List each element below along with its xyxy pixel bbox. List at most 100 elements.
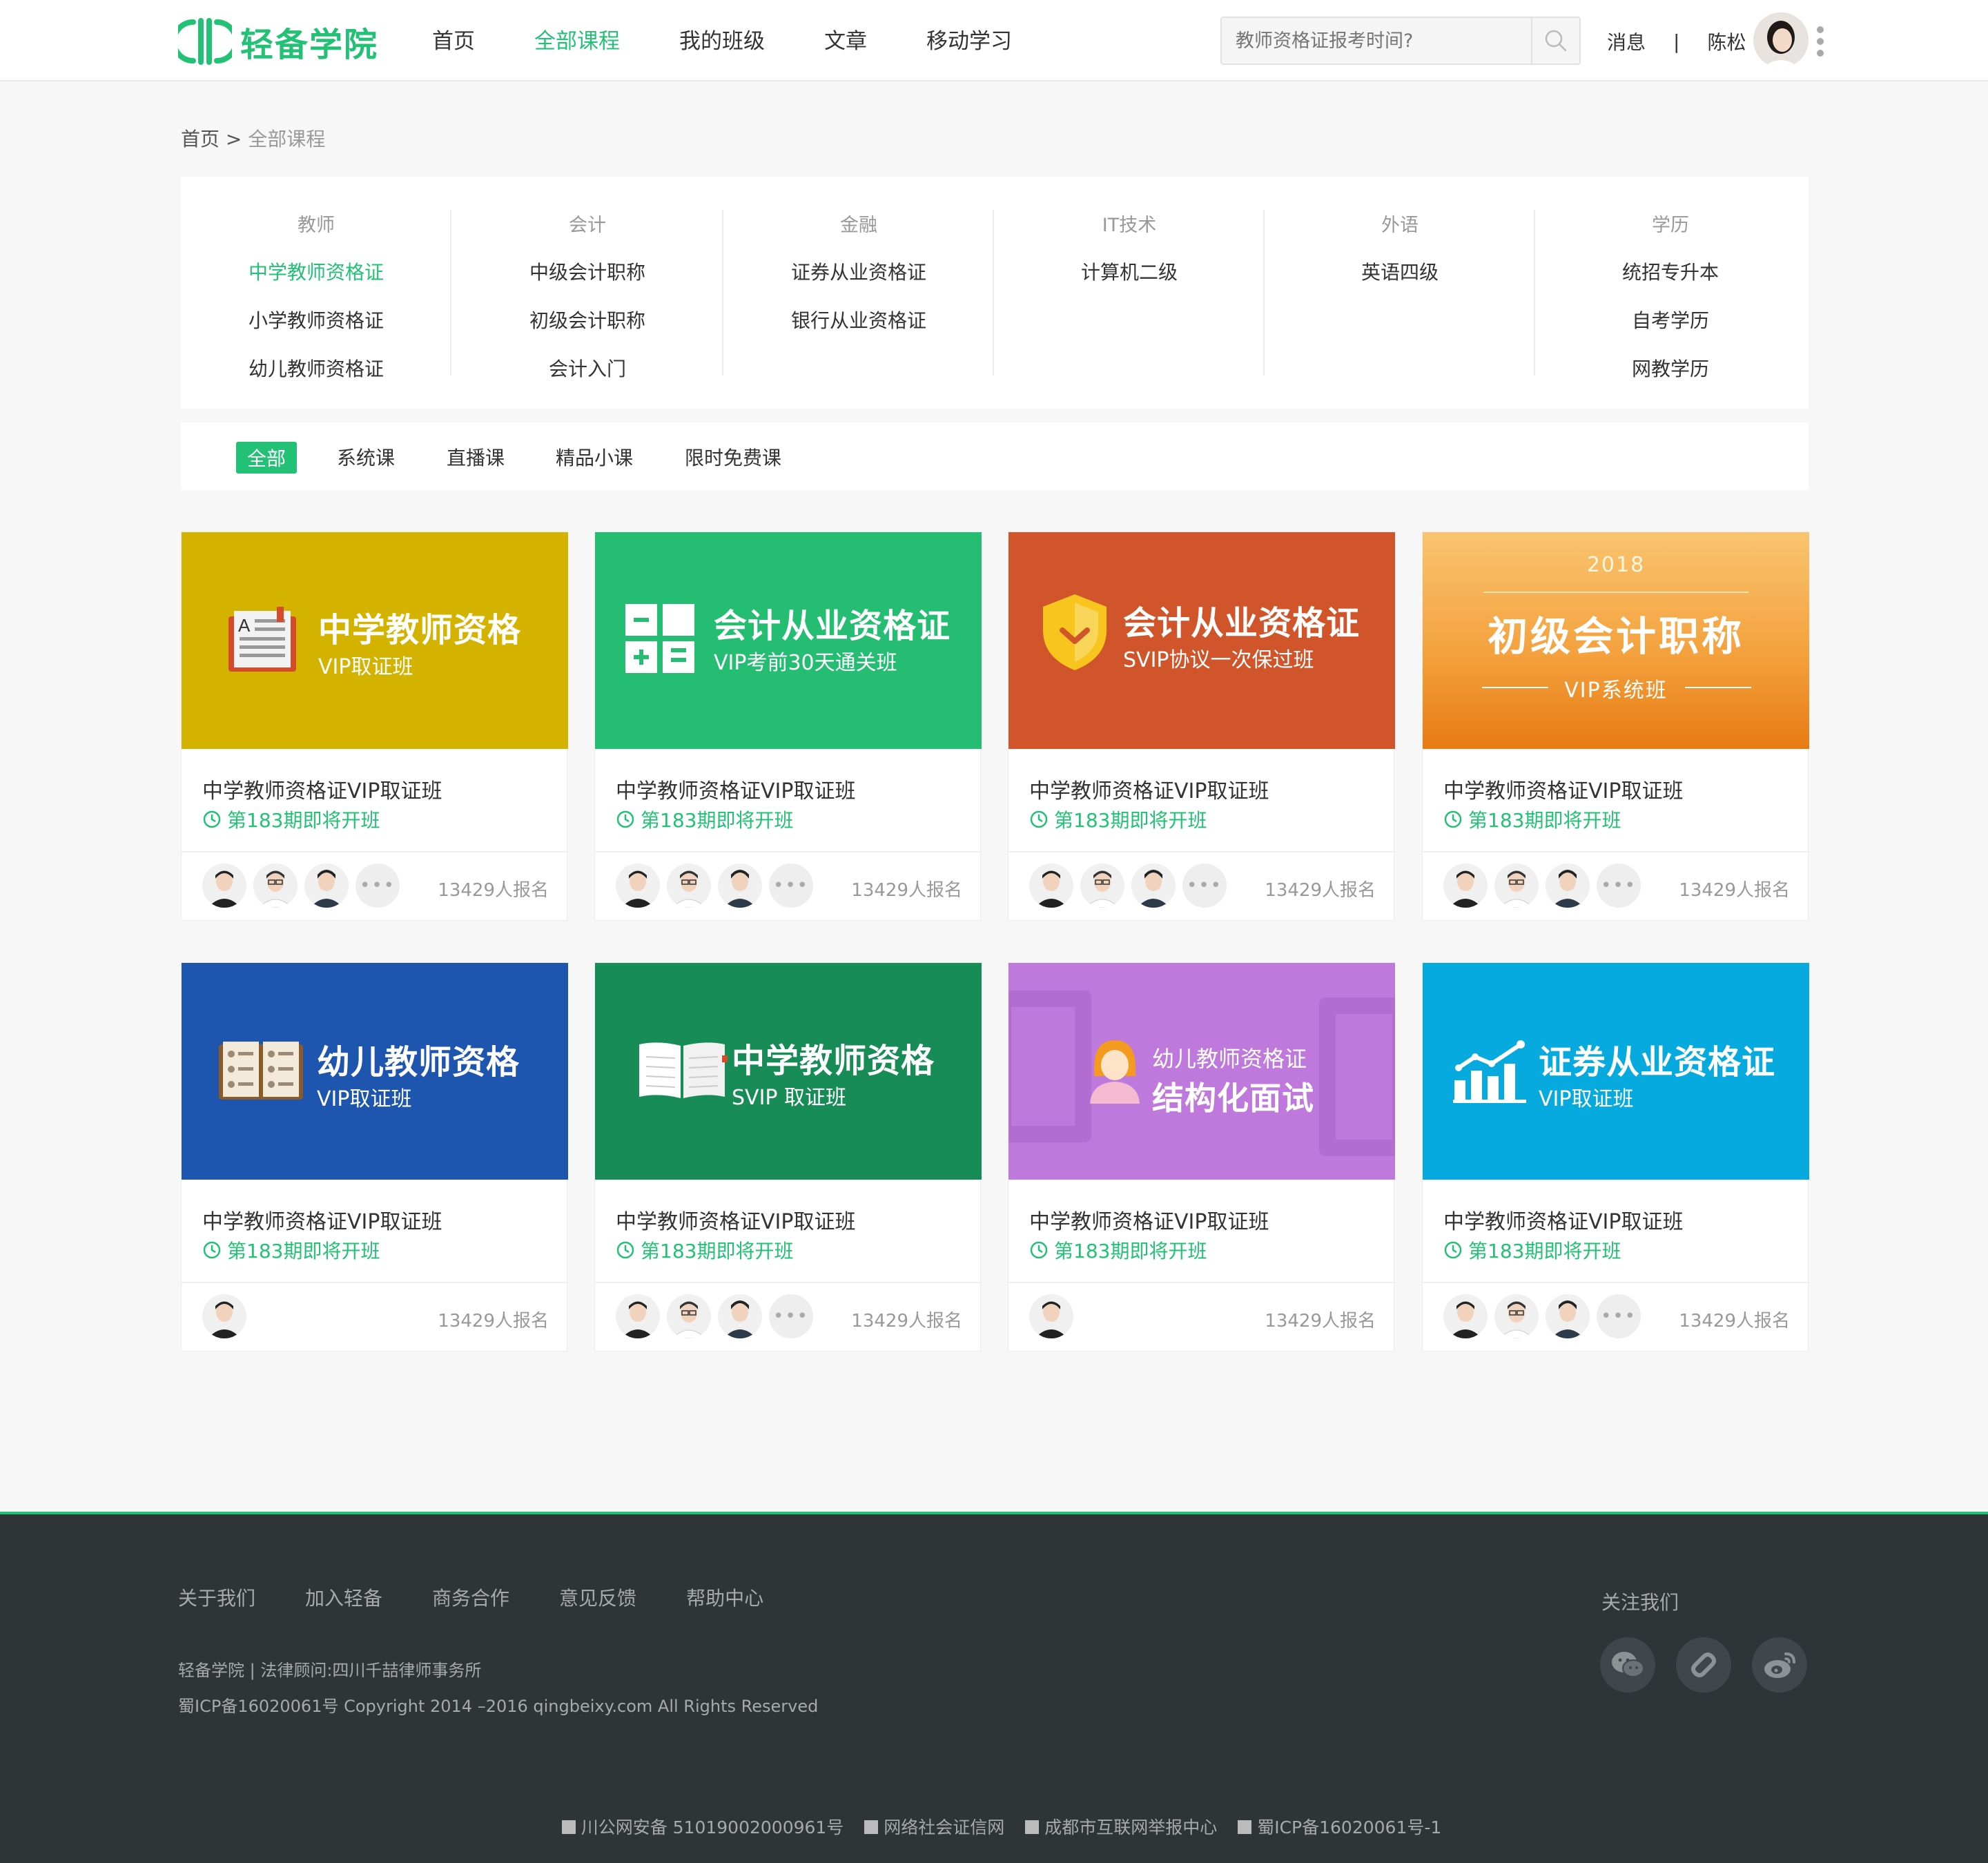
enroll-count: 13429人报名 <box>851 1311 962 1332</box>
nav-mobile-learning[interactable]: 移动学习 <box>926 23 1012 55</box>
course-title[interactable]: 中学教师资格证VIP取证班 <box>1029 1204 1269 1235</box>
banner-subtitle: VIP取证班 <box>1539 1087 1634 1111</box>
course-title[interactable]: 中学教师资格证VIP取证班 <box>202 774 442 804</box>
footer-reg-item[interactable]: 蜀ICP备16020061号-1 <box>1257 1817 1441 1837</box>
filter-system[interactable]: 系统课 <box>337 443 395 471</box>
messages-link[interactable]: 消息 <box>1607 28 1646 55</box>
link-icon[interactable] <box>1676 1637 1731 1693</box>
course-card[interactable]: 会计从业资格证 VIP考前30天通关班 中学教师资格证VIP取证班 第183期即… <box>594 531 982 921</box>
more-teachers-icon[interactable]: ••• <box>1597 864 1641 908</box>
course-status-text: 第183期即将开班 <box>1054 1240 1207 1262</box>
teacher-avatar[interactable] <box>1131 864 1176 908</box>
teacher-avatar[interactable] <box>202 1294 246 1338</box>
footer-reg-item[interactable]: 川公网安备 51019002000961号 <box>581 1817 844 1837</box>
wechat-icon[interactable] <box>1600 1637 1655 1693</box>
footer-link-help[interactable]: 帮助中心 <box>686 1583 763 1611</box>
breadcrumb-home[interactable]: 首页 <box>181 128 220 150</box>
course-card[interactable]: 2018 初级会计职称 VIP系统班 中学教师资格证VIP取证班 第183期即将… <box>1422 531 1809 921</box>
nav-home[interactable]: 首页 <box>432 23 475 55</box>
teacher-avatar[interactable] <box>1546 864 1590 908</box>
teacher-avatar[interactable] <box>667 864 711 908</box>
more-teachers-icon[interactable]: ••• <box>355 864 400 908</box>
user-avatar[interactable] <box>1753 12 1809 68</box>
footer-link-business[interactable]: 商务合作 <box>432 1583 509 1611</box>
teacher-avatar[interactable] <box>1494 864 1539 908</box>
teacher-avatar[interactable] <box>1546 1294 1590 1338</box>
category-item[interactable]: 计算机二级 <box>994 263 1265 311</box>
teacher-avatar[interactable] <box>1080 864 1124 908</box>
teacher-avatar[interactable] <box>616 864 660 908</box>
course-card[interactable]: 幼儿教师资格证 结构化面试 中学教师资格证VIP取证班 第183期即将开班 13… <box>1008 962 1395 1352</box>
course-card[interactable]: 证券从业资格证 VIP取证班 中学教师资格证VIP取证班 第183期即将开班 •… <box>1422 962 1809 1352</box>
category-item[interactable]: 网教学历 <box>1535 360 1806 408</box>
teacher-avatar[interactable] <box>253 864 298 908</box>
course-card[interactable]: 会计从业资格证 SVIP协议一次保过班 中学教师资格证VIP取证班 第183期即… <box>1008 531 1395 921</box>
teacher-avatars <box>1029 1294 1080 1338</box>
category-item[interactable]: 初级会计职称 <box>452 311 723 360</box>
teacher-avatar[interactable] <box>718 864 762 908</box>
category-item[interactable]: 统招专升本 <box>1535 263 1806 311</box>
enroll-count: 13429人报名 <box>851 880 962 901</box>
teacher-avatar[interactable] <box>667 1294 711 1338</box>
course-title[interactable]: 中学教师资格证VIP取证班 <box>616 1204 855 1235</box>
filter-premium[interactable]: 精品小课 <box>556 443 633 471</box>
category-item[interactable]: 幼儿教师资格证 <box>181 360 451 408</box>
more-teachers-icon[interactable]: ••• <box>1597 1294 1641 1338</box>
teacher-avatar[interactable] <box>304 864 349 908</box>
footer-registrations: 川公网安备 51019002000961号 网络社会证信网 成都市互联网举报中心… <box>0 1814 1988 1839</box>
category-item[interactable]: 英语四级 <box>1265 263 1535 311</box>
course-card[interactable]: 中学教师资格 SVIP 取证班 中学教师资格证VIP取证班 第183期即将开班 … <box>594 962 982 1352</box>
course-card[interactable]: A 中学教师资格 VIP取证班 中学教师资格证VIP取证班 第183期即将开班 … <box>181 531 568 921</box>
search-button[interactable] <box>1531 18 1579 64</box>
category-panel: 教师 中学教师资格证 小学教师资格证 幼儿教师资格证 会计 中级会计职称 初级会… <box>181 177 1809 409</box>
teacher-avatar[interactable] <box>718 1294 762 1338</box>
enroll-count: 13429人报名 <box>438 880 549 901</box>
course-title[interactable]: 中学教师资格证VIP取证班 <box>1029 774 1269 804</box>
search-input[interactable] <box>1222 18 1526 64</box>
teacher-avatar[interactable] <box>1443 864 1488 908</box>
course-title[interactable]: 中学教师资格证VIP取证班 <box>1443 1204 1683 1235</box>
category-item[interactable]: 小学教师资格证 <box>181 311 451 360</box>
category-item[interactable]: 自考学历 <box>1535 311 1806 360</box>
teacher-avatar[interactable] <box>202 864 246 908</box>
nav-articles[interactable]: 文章 <box>824 23 867 55</box>
more-menu-icon[interactable] <box>1817 26 1825 57</box>
teacher-avatars: ••• <box>616 864 813 908</box>
username[interactable]: 陈松 <box>1707 28 1746 55</box>
more-teachers-icon[interactable]: ••• <box>769 1294 813 1338</box>
course-title[interactable]: 中学教师资格证VIP取证班 <box>616 774 855 804</box>
nav-my-classes[interactable]: 我的班级 <box>679 23 765 55</box>
teacher-avatar[interactable] <box>1443 1294 1488 1338</box>
open-book-icon <box>219 1042 303 1100</box>
teacher-avatar[interactable] <box>1029 864 1073 908</box>
filter-all[interactable]: 全部 <box>236 442 298 474</box>
footer-link-about[interactable]: 关于我们 <box>178 1583 255 1611</box>
course-status-text: 第183期即将开班 <box>641 1240 794 1262</box>
footer-link-join[interactable]: 加入轻备 <box>305 1583 382 1611</box>
category-item[interactable]: 证券从业资格证 <box>723 263 994 311</box>
course-title[interactable]: 中学教师资格证VIP取证班 <box>202 1204 442 1235</box>
category-item[interactable]: 会计入门 <box>452 360 723 408</box>
divider <box>595 1282 982 1283</box>
category-item[interactable]: 中学教师资格证 <box>181 263 451 311</box>
footer-reg-item[interactable]: 成都市互联网举报中心 <box>1044 1817 1217 1837</box>
filter-live[interactable]: 直播课 <box>447 443 505 471</box>
teacher-avatar[interactable] <box>1494 1294 1539 1338</box>
divider <box>1423 1282 1809 1283</box>
category-item[interactable]: 银行从业资格证 <box>723 311 994 360</box>
teacher-avatar[interactable] <box>616 1294 660 1338</box>
logo[interactable]: 轻备学院 <box>178 17 378 66</box>
course-status-text: 第183期即将开班 <box>641 809 794 832</box>
divider <box>182 1282 568 1283</box>
more-teachers-icon[interactable]: ••• <box>1182 864 1227 908</box>
footer-link-feedback[interactable]: 意见反馈 <box>559 1583 636 1611</box>
more-teachers-icon[interactable]: ••• <box>769 864 813 908</box>
nav-all-courses[interactable]: 全部课程 <box>534 23 620 55</box>
course-title[interactable]: 中学教师资格证VIP取证班 <box>1443 774 1683 804</box>
weibo-icon[interactable] <box>1752 1637 1807 1693</box>
category-item[interactable]: 中级会计职称 <box>452 263 723 311</box>
footer-reg-item[interactable]: 网络社会证信网 <box>884 1817 1004 1837</box>
course-card[interactable]: 幼儿教师资格 VIP取证班 中学教师资格证VIP取证班 第183期即将开班 13… <box>181 962 568 1352</box>
teacher-avatar[interactable] <box>1029 1294 1073 1338</box>
filter-free[interactable]: 限时免费课 <box>685 443 781 471</box>
